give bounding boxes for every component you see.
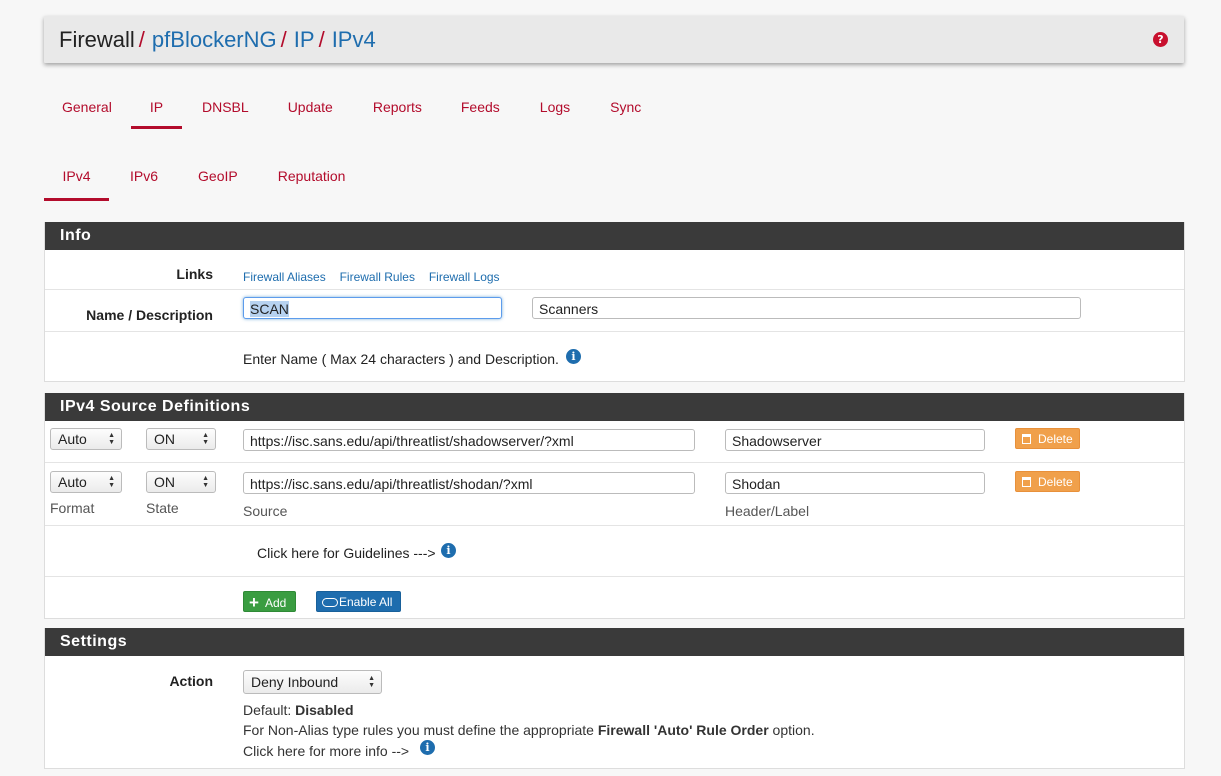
rule-order-note: For Non-Alias type rules you must define… <box>243 722 815 738</box>
question-circle-icon[interactable]: ? <box>1153 32 1168 47</box>
header-label-input[interactable]: Shadowserver <box>725 429 985 451</box>
link-firewall-logs[interactable]: Firewall Logs <box>429 270 500 284</box>
tab-ipv6[interactable]: IPv6 <box>130 168 158 198</box>
breadcrumb: Firewall / pfBlockerNG / IP / IPv4 <box>59 27 376 53</box>
select-arrows-icon: ▲ ▼ <box>368 675 375 689</box>
name-description-label: Name / Description <box>86 307 213 323</box>
format-select[interactable]: Auto ▲ ▼ <box>50 471 122 493</box>
description-input[interactable]: Scanners <box>532 297 1081 319</box>
breadcrumb-separator: / <box>318 27 325 52</box>
delete-button[interactable]: Delete <box>1015 471 1080 492</box>
info-icon[interactable]: i <box>441 543 456 558</box>
breadcrumb-ipv4[interactable]: IPv4 <box>332 27 376 52</box>
tab-feeds[interactable]: Feeds <box>461 99 500 129</box>
action-row: Action Deny Inbound ▲ ▼ Default: Disabled … <box>45 656 1184 776</box>
panel-heading: Info <box>45 222 1184 250</box>
info-panel: Info Links Firewall Aliases Firewall Rul… <box>44 222 1185 382</box>
link-firewall-rules[interactable]: Firewall Rules <box>340 270 415 284</box>
panel-heading: IPv4 Source Definitions <box>45 393 1184 421</box>
tab-general[interactable]: General <box>44 99 131 129</box>
settings-panel: Settings Action Deny Inbound ▲ ▼ Default: … <box>44 628 1185 769</box>
select-arrows-icon: ▲ ▼ <box>108 475 115 489</box>
format-select[interactable]: Auto ▲ ▼ <box>50 428 122 450</box>
default-text: Default: Disabled <box>243 702 354 718</box>
name-help-text: Enter Name ( Max 24 characters ) and Des… <box>243 351 559 367</box>
sub-tabs: IPv4 IPv6 GeoIP Reputation <box>44 168 345 201</box>
name-description-row: Name / Description SCAN Scanners <box>45 290 1184 332</box>
tab-ip[interactable]: IP <box>131 99 182 129</box>
enable-all-button[interactable]: Enable All <box>316 591 401 612</box>
source-url-input[interactable]: https://isc.sans.edu/api/threatlist/shod… <box>243 472 695 494</box>
header-column-label: Header/Label <box>725 503 810 519</box>
plus-icon: + <box>249 593 259 612</box>
source-row: Auto ▲ ▼ ON ▲ ▼ https://isc.sans.edu/api/thr… <box>45 463 1184 526</box>
source-row: Auto ▲ ▼ ON ▲ ▼ https://isc.sans.edu/api/thr… <box>45 421 1184 463</box>
tab-reports[interactable]: Reports <box>373 99 422 129</box>
source-column-label: Source <box>243 503 288 519</box>
tab-geoip[interactable]: GeoIP <box>198 168 238 198</box>
delete-button[interactable]: Delete <box>1015 428 1080 449</box>
select-arrows-icon: ▲ ▼ <box>202 475 209 489</box>
add-button[interactable]: + Add <box>243 591 296 612</box>
breadcrumb-ip[interactable]: IP <box>294 27 315 52</box>
select-arrows-icon: ▲ ▼ <box>202 432 209 446</box>
tab-logs[interactable]: Logs <box>540 99 570 129</box>
state-select[interactable]: ON ▲ ▼ <box>146 471 216 493</box>
breadcrumb-separator: / <box>138 27 145 52</box>
guidelines-text: Click here for Guidelines ---> <box>257 545 436 561</box>
source-url-input[interactable]: https://isc.sans.edu/api/threatlist/shad… <box>243 429 695 451</box>
name-input[interactable]: SCAN <box>243 297 502 319</box>
breadcrumb-separator: / <box>280 27 287 52</box>
more-info-text: Click here for more info --> <box>243 743 410 759</box>
links-row: Links Firewall Aliases Firewall Rules Fi… <box>45 250 1184 290</box>
panel-heading: Settings <box>45 628 1184 656</box>
info-icon[interactable]: i <box>566 349 581 364</box>
guidelines-row: Click here for Guidelines ---> i <box>45 526 1184 577</box>
name-help-row: Enter Name ( Max 24 characters ) and Des… <box>45 332 1184 381</box>
select-arrows-icon: ▲ ▼ <box>108 432 115 446</box>
main-tabs: General IP DNSBL Update Reports Feeds Lo… <box>44 99 641 129</box>
action-label: Action <box>169 673 213 689</box>
breadcrumb-pfblockerng[interactable]: pfBlockerNG <box>152 27 277 52</box>
trash-icon <box>1022 477 1031 487</box>
tab-ipv4[interactable]: IPv4 <box>44 168 109 201</box>
tab-update[interactable]: Update <box>288 99 333 129</box>
format-column-label: Format <box>50 500 95 516</box>
toggle-icon <box>322 598 338 607</box>
source-definitions-panel: IPv4 Source Definitions Auto ▲ ▼ ON ▲ ▼ http… <box>44 393 1185 619</box>
header-label-input[interactable]: Shodan <box>725 472 985 494</box>
state-column-label: State <box>146 500 179 516</box>
tab-reputation[interactable]: Reputation <box>278 168 346 198</box>
trash-icon <box>1022 434 1031 444</box>
link-firewall-aliases[interactable]: Firewall Aliases <box>243 270 326 284</box>
state-select[interactable]: ON ▲ ▼ <box>146 428 216 450</box>
actions-row: + Add Enable All <box>45 577 1184 618</box>
breadcrumb-root: Firewall <box>59 27 135 52</box>
links-group: Firewall Aliases Firewall Rules Firewall… <box>243 268 510 284</box>
tab-sync[interactable]: Sync <box>610 99 641 129</box>
breadcrumb-bar: Firewall / pfBlockerNG / IP / IPv4 ? <box>44 16 1184 63</box>
action-select[interactable]: Deny Inbound ▲ ▼ <box>243 670 382 694</box>
info-icon[interactable]: i <box>420 740 435 755</box>
tab-dnsbl[interactable]: DNSBL <box>202 99 249 129</box>
links-label: Links <box>176 266 213 282</box>
